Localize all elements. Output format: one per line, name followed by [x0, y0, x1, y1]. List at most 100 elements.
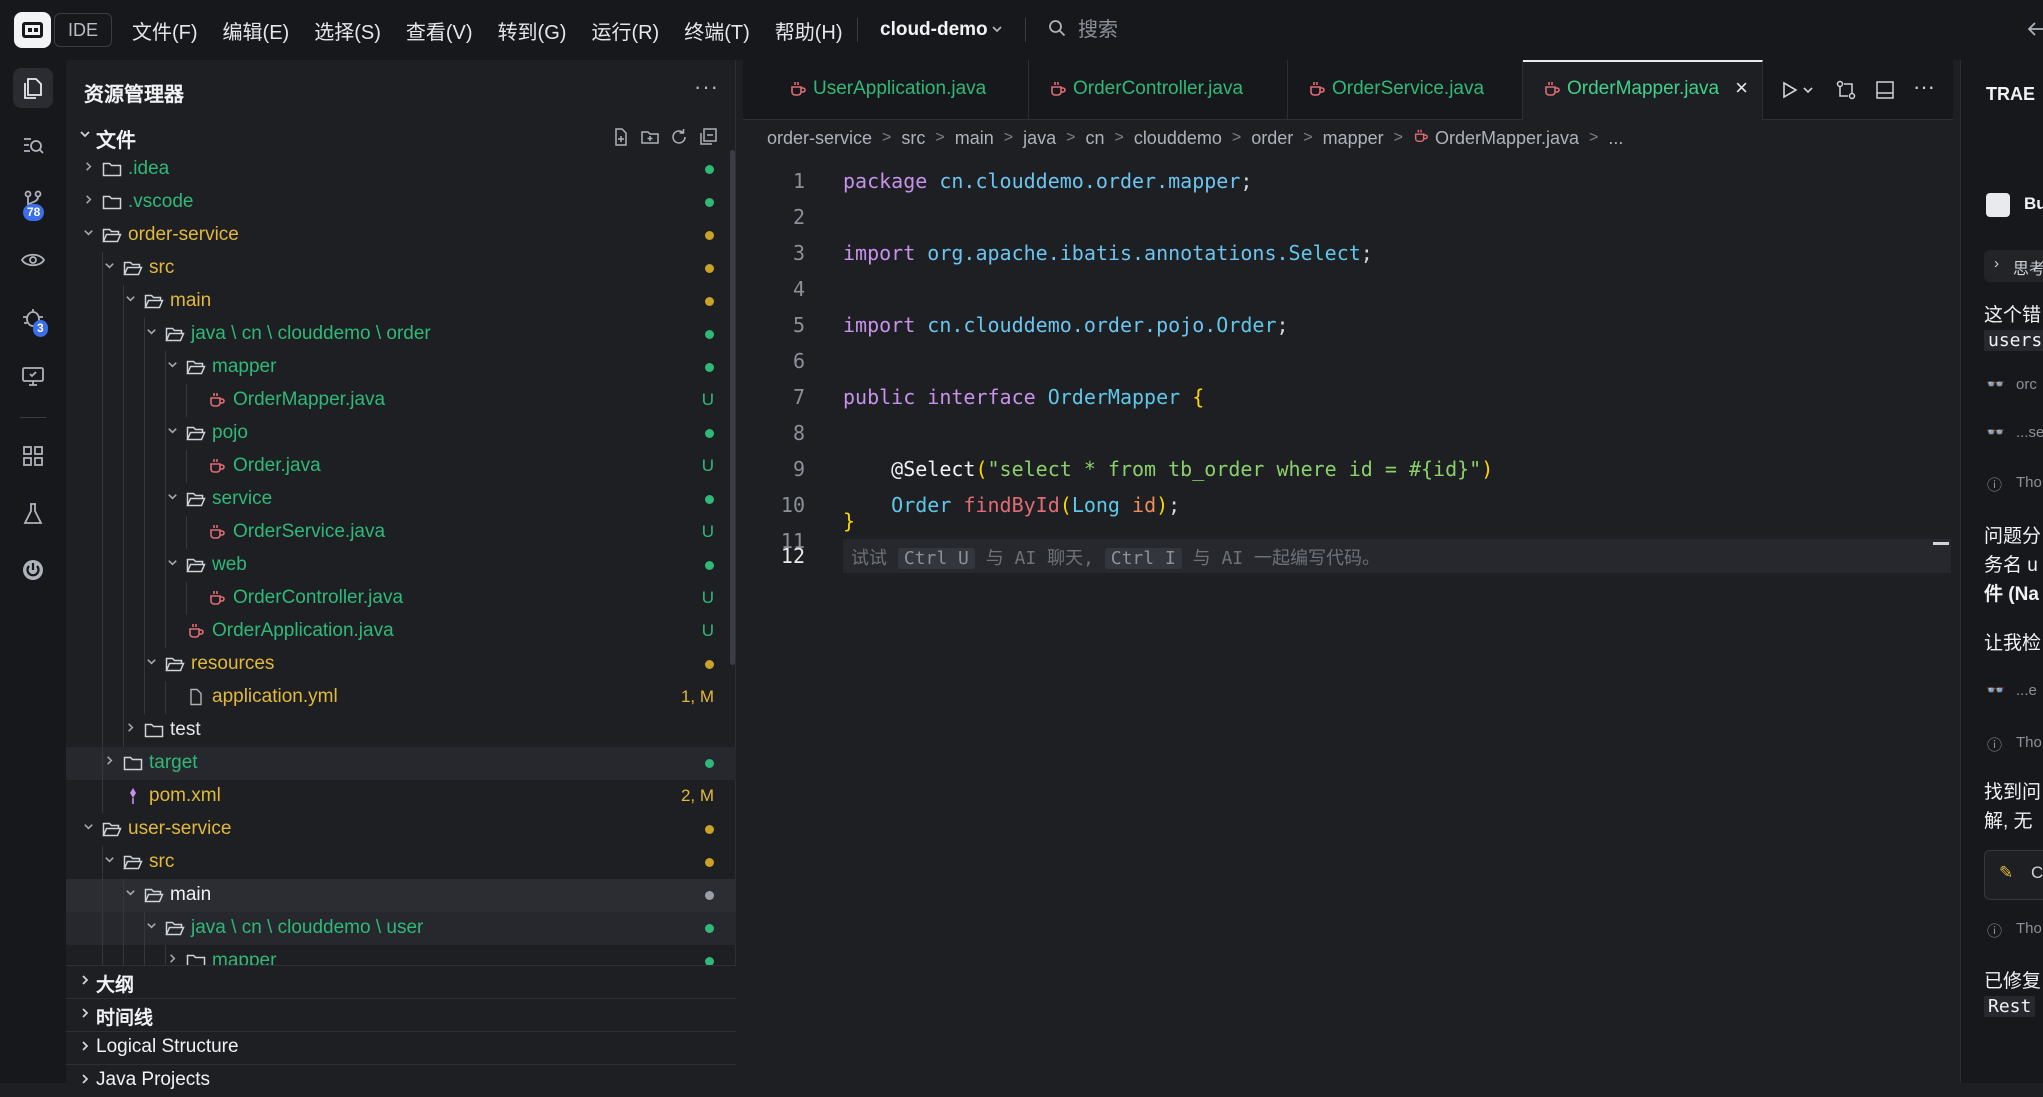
tree-item[interactable]: java \ cn \ clouddemo \ user	[66, 912, 736, 945]
tree-item[interactable]: application.yml 1, M	[66, 681, 736, 714]
tree-item[interactable]: OrderController.java U	[66, 582, 736, 615]
file-read-item[interactable]: orc	[2016, 376, 2037, 393]
breadcrumb-item[interactable]: src	[901, 128, 925, 149]
close-icon[interactable]: ×	[1735, 75, 1748, 101]
chevron-down-icon[interactable]	[990, 22, 1004, 39]
more-actions-icon[interactable]: ···	[1913, 74, 1935, 99]
tree-item[interactable]: OrderService.java U	[66, 516, 736, 549]
tree-scrollbar[interactable]	[730, 150, 735, 665]
tree-item[interactable]: main	[66, 879, 736, 912]
new-folder-icon[interactable]	[640, 127, 660, 147]
java-projects-section[interactable]: Java Projects	[66, 1064, 736, 1097]
power-icon[interactable]	[13, 550, 53, 590]
timeline-section[interactable]: 时间线	[66, 998, 736, 1031]
chevron-down-icon[interactable]	[145, 919, 158, 935]
remote-display-icon[interactable]	[13, 356, 53, 396]
arrow-left-icon[interactable]	[2026, 14, 2043, 51]
thought-label[interactable]: Tho	[2016, 474, 2042, 491]
more-actions-icon[interactable]: ···	[694, 74, 719, 100]
new-file-icon[interactable]	[611, 127, 631, 147]
breadcrumb-item[interactable]: ...	[1608, 128, 1623, 149]
tree-item[interactable]: pom.xml 2, M	[66, 780, 736, 813]
breadcrumb-item[interactable]: main	[955, 128, 994, 149]
source-control-icon[interactable]: 78	[13, 182, 53, 222]
search-icon[interactable]	[1048, 19, 1066, 37]
tab-order-mapper[interactable]: OrderMapper.java ×	[1523, 60, 1763, 120]
run-icon[interactable]	[1778, 79, 1800, 101]
thought-label[interactable]: Tho	[2016, 920, 2042, 937]
tree-item[interactable]: src	[66, 846, 736, 879]
tree-item[interactable]: .idea	[66, 153, 736, 186]
project-selector[interactable]: cloud-demo	[880, 0, 988, 60]
chevron-right-icon[interactable]	[103, 754, 116, 770]
tree-item[interactable]: service	[66, 483, 736, 516]
chevron-down-icon[interactable]	[145, 655, 158, 671]
tree-item[interactable]: mapper	[66, 351, 736, 384]
chevron-down-icon[interactable]	[166, 358, 179, 374]
breadcrumb-item[interactable]: mapper	[1323, 128, 1384, 149]
search-view-icon[interactable]	[13, 126, 53, 166]
breadcrumb-item[interactable]: cn	[1085, 128, 1104, 149]
menu-view[interactable]: 查看(V)	[406, 16, 473, 45]
search-input[interactable]: 搜索	[1078, 0, 1118, 60]
tab-order-controller[interactable]: OrderController.java	[1029, 60, 1288, 120]
tree-item[interactable]: OrderMapper.java U	[66, 384, 736, 417]
tree-item[interactable]: target	[66, 747, 736, 780]
breadcrumb-item[interactable]: order-service	[767, 128, 872, 149]
eye-icon[interactable]	[13, 240, 53, 280]
breadcrumb-item[interactable]: clouddemo	[1134, 128, 1222, 149]
menu-terminal[interactable]: 终端(T)	[684, 16, 750, 45]
debug-icon[interactable]: 3	[13, 298, 53, 338]
tree-item[interactable]: .vscode	[66, 186, 736, 219]
explorer-icon[interactable]	[13, 68, 53, 108]
outline-section[interactable]: 大纲	[66, 965, 736, 998]
chevron-right-icon[interactable]	[82, 160, 95, 176]
chevron-down-icon[interactable]	[166, 556, 179, 572]
compare-changes-icon[interactable]	[1835, 79, 1857, 101]
logical-structure-section[interactable]: Logical Structure	[66, 1031, 736, 1064]
tree-item[interactable]: main	[66, 285, 736, 318]
files-section-header[interactable]: 文件	[66, 120, 736, 153]
chevron-down-icon[interactable]	[103, 259, 116, 275]
tab-user-application[interactable]: UserApplication.java	[769, 60, 1029, 120]
collapse-all-icon[interactable]	[698, 127, 718, 147]
thought-label[interactable]: Tho	[2016, 734, 2042, 751]
tree-item[interactable]: src	[66, 252, 736, 285]
tree-item[interactable]: resources	[66, 648, 736, 681]
file-read-item[interactable]: ...se	[2016, 424, 2043, 441]
tree-item[interactable]: web	[66, 549, 736, 582]
menu-help[interactable]: 帮助(H)	[775, 16, 843, 45]
tree-item[interactable]: java \ cn \ clouddemo \ order	[66, 318, 736, 351]
tab-order-service[interactable]: OrderService.java	[1288, 60, 1523, 120]
chevron-down-icon[interactable]	[145, 325, 158, 341]
chevron-down-icon[interactable]	[103, 853, 116, 869]
chevron-down-icon[interactable]	[1801, 79, 1815, 101]
tree-item[interactable]: test	[66, 714, 736, 747]
menu-edit[interactable]: 编辑(E)	[223, 16, 290, 45]
chevron-down-icon[interactable]	[124, 292, 137, 308]
tree-item[interactable]: order-service	[66, 219, 736, 252]
chevron-down-icon[interactable]	[124, 886, 137, 902]
chevron-down-icon[interactable]	[166, 490, 179, 506]
menu-goto[interactable]: 转到(G)	[498, 16, 567, 45]
ide-badge[interactable]: IDE	[54, 13, 112, 47]
tree-item[interactable]: OrderApplication.java U	[66, 615, 736, 648]
flask-icon[interactable]	[13, 494, 53, 534]
tree-item[interactable]: user-service	[66, 813, 736, 846]
extensions-icon[interactable]	[13, 436, 53, 476]
split-editor-icon[interactable]	[1874, 79, 1896, 101]
menu-selection[interactable]: 选择(S)	[314, 16, 381, 45]
breadcrumb-item[interactable]: java	[1023, 128, 1056, 149]
menu-file[interactable]: 文件(F)	[132, 16, 198, 45]
chevron-right-icon[interactable]	[124, 721, 137, 737]
chevron-down-icon[interactable]	[82, 226, 95, 242]
tree-item[interactable]: pojo	[66, 417, 736, 450]
file-read-item[interactable]: ...e	[2016, 682, 2037, 699]
chevron-right-icon[interactable]	[82, 193, 95, 209]
chevron-down-icon[interactable]	[166, 424, 179, 440]
menu-run[interactable]: 运行(R)	[591, 16, 659, 45]
breadcrumb-item[interactable]: OrderMapper.java	[1435, 128, 1579, 149]
tree-item[interactable]: Order.java U	[66, 450, 736, 483]
refresh-icon[interactable]	[669, 127, 689, 147]
chevron-down-icon[interactable]	[82, 820, 95, 836]
